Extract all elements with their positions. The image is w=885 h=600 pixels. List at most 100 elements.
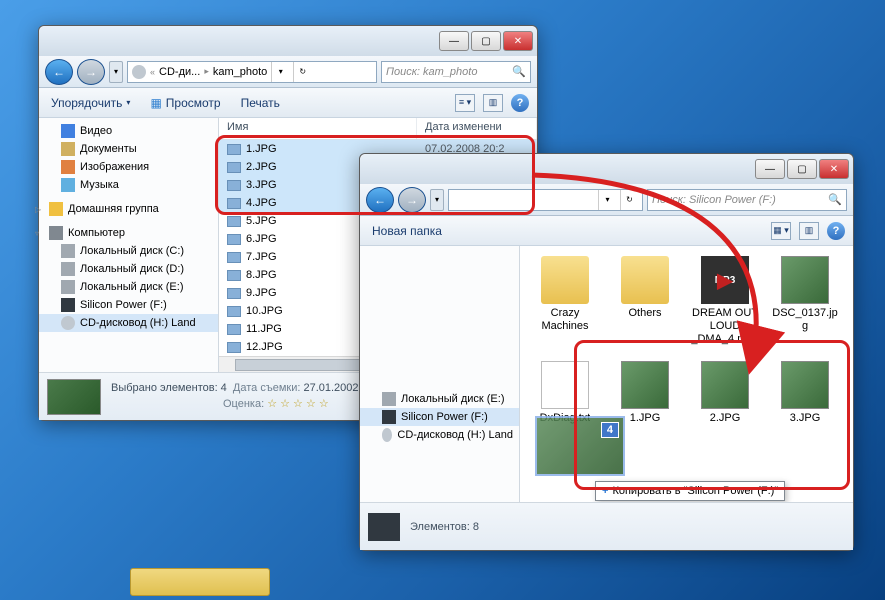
item-name: DSC_0137.jpg bbox=[770, 307, 840, 333]
nav-pane[interactable]: Локальный диск (E:) Silicon Power (F:) CD-… bbox=[360, 246, 520, 502]
navbar: ← → ▾ « CD-ди... ▸ kam_photo ▾ ↻ Поиск: … bbox=[39, 56, 537, 88]
maximize-button[interactable]: ▢ bbox=[471, 31, 501, 51]
nav-drive-item[interactable]: Локальный диск (E:) bbox=[39, 278, 218, 296]
txt-icon bbox=[541, 361, 589, 409]
grid-item[interactable]: 3.JPG bbox=[770, 361, 840, 425]
close-button[interactable]: ✕ bbox=[503, 31, 533, 51]
nav-lib-item[interactable]: Изображения bbox=[39, 158, 218, 176]
view-mode-button[interactable]: ≡ ▾ bbox=[455, 94, 475, 112]
nav-drive-item[interactable]: CD-дисковод (H:) Land bbox=[360, 426, 519, 444]
nav-drive-item[interactable]: Локальный диск (E:) bbox=[360, 390, 519, 408]
details-selected: Выбрано элементов: 4 bbox=[111, 382, 227, 394]
forward-button[interactable]: → bbox=[77, 59, 105, 85]
file-name: 8.JPG bbox=[246, 269, 277, 281]
address-refresh[interactable]: ↻ bbox=[293, 62, 311, 82]
file-name: 1.JPG bbox=[246, 143, 277, 155]
image-icon bbox=[227, 288, 241, 299]
nav-homegroup[interactable]: ▷Домашняя группа bbox=[39, 200, 218, 218]
image-icon bbox=[227, 234, 241, 245]
back-button[interactable]: ← bbox=[366, 187, 394, 213]
image-icon bbox=[227, 324, 241, 335]
item-name: Crazy Machines bbox=[530, 307, 600, 333]
preview-pane-button[interactable]: ▥ bbox=[483, 94, 503, 112]
help-icon[interactable]: ? bbox=[511, 94, 529, 112]
back-button[interactable]: ← bbox=[45, 59, 73, 85]
help-icon[interactable]: ? bbox=[827, 222, 845, 240]
address-refresh[interactable]: ↻ bbox=[620, 190, 638, 210]
forward-button[interactable]: → bbox=[398, 187, 426, 213]
search-input[interactable]: Поиск: kam_photo 🔍 bbox=[381, 61, 531, 83]
address-dropdown[interactable]: ▾ bbox=[271, 62, 289, 82]
file-name: 7.JPG bbox=[246, 251, 277, 263]
file-name: 9.JPG bbox=[246, 287, 277, 299]
details-rating-value: ☆ ☆ ☆ ☆ ☆ bbox=[267, 398, 329, 410]
organize-button[interactable]: Упорядочить▾ bbox=[47, 94, 134, 112]
nav-lib-item[interactable]: Видео bbox=[39, 122, 218, 140]
search-input[interactable]: Поиск: Silicon Power (F:) 🔍 bbox=[647, 189, 847, 211]
newfolder-button[interactable]: Новая папка bbox=[368, 222, 446, 240]
drive-label: Silicon Power (F:) bbox=[401, 411, 488, 423]
drive-icon bbox=[61, 298, 75, 312]
grid-item[interactable]: 2.JPG bbox=[690, 361, 760, 425]
grid-item[interactable]: Crazy Machines bbox=[530, 256, 600, 347]
nav-lib-item[interactable]: Музыка bbox=[39, 176, 218, 194]
titlebar[interactable]: — ▢ ✕ bbox=[39, 26, 537, 56]
nav-drive-item[interactable]: Silicon Power (F:) bbox=[39, 296, 218, 314]
breadcrumb-2[interactable]: kam_photo bbox=[213, 66, 267, 78]
image-icon bbox=[227, 342, 241, 353]
nav-drive-item[interactable]: CD-дисковод (H:) Land bbox=[39, 314, 218, 332]
file-name: 4.JPG bbox=[246, 197, 277, 209]
titlebar[interactable]: — ▢ ✕ bbox=[360, 154, 853, 184]
drive-icon bbox=[61, 244, 75, 258]
nav-drive-item[interactable]: Локальный диск (D:) bbox=[39, 260, 218, 278]
file-name: 5.JPG bbox=[246, 215, 277, 227]
lib-label: Видео bbox=[80, 125, 112, 137]
nav-history-dropdown[interactable]: ▾ bbox=[109, 61, 123, 83]
item-name: 2.JPG bbox=[710, 412, 741, 425]
col-date[interactable]: Дата изменени bbox=[417, 118, 537, 139]
search-icon[interactable]: 🔍 bbox=[828, 193, 842, 206]
lib-icon bbox=[61, 142, 75, 156]
drive-icon bbox=[61, 262, 75, 276]
breadcrumb-1[interactable]: CD-ди... bbox=[159, 66, 200, 78]
preview-button[interactable]: ▦Просмотр bbox=[146, 94, 224, 112]
grid-item[interactable]: DSC_0137.jpg bbox=[770, 256, 840, 347]
lib-icon bbox=[61, 178, 75, 192]
image-icon bbox=[227, 144, 241, 155]
taskbar-button[interactable] bbox=[130, 568, 270, 596]
explorer-window-target[interactable]: — ▢ ✕ ← → ▾ ▾ ↻ Поиск: Silicon Power (F:… bbox=[359, 153, 854, 551]
icon-view[interactable]: Crazy Machines OthersMP3DREAM OUT LOUD _D… bbox=[520, 246, 853, 502]
view-mode-button[interactable]: ▦ ▾ bbox=[771, 222, 791, 240]
grid-item[interactable]: MP3DREAM OUT LOUD _DMA_4.mp3 bbox=[690, 256, 760, 347]
nav-lib-item[interactable]: Документы bbox=[39, 140, 218, 158]
search-icon[interactable]: 🔍 bbox=[512, 65, 526, 78]
minimize-button[interactable]: — bbox=[755, 159, 785, 179]
drop-tooltip: +Копировать в "Silicon Power (F:)" bbox=[595, 481, 785, 501]
address-bar[interactable]: « CD-ди... ▸ kam_photo ▾ ↻ bbox=[127, 61, 377, 83]
close-button[interactable]: ✕ bbox=[819, 159, 849, 179]
grid-item[interactable]: Others bbox=[610, 256, 680, 347]
drive-label: Silicon Power (F:) bbox=[80, 299, 167, 311]
toolbar: Новая папка ▦ ▾ ▥ ? bbox=[360, 216, 853, 246]
drive-icon bbox=[61, 280, 75, 294]
column-headers[interactable]: Имя Дата изменени bbox=[219, 118, 537, 140]
image-icon bbox=[227, 306, 241, 317]
nav-pane[interactable]: Видео ДокументыИзображенияМузыка ▷Домашня… bbox=[39, 118, 219, 372]
preview-pane-button[interactable]: ▥ bbox=[799, 222, 819, 240]
nav-drive-item[interactable]: Локальный диск (C:) bbox=[39, 242, 218, 260]
nav-history-dropdown[interactable]: ▾ bbox=[430, 189, 444, 211]
drive-icon bbox=[382, 428, 392, 442]
drag-ghost: 4 bbox=[535, 416, 625, 476]
nav-drive-item[interactable]: Silicon Power (F:) bbox=[360, 408, 519, 426]
file-name: 10.JPG bbox=[246, 305, 283, 317]
nav-computer[interactable]: ▿Компьютер bbox=[39, 224, 218, 242]
address-dropdown[interactable]: ▾ bbox=[598, 190, 616, 210]
address-bar[interactable]: ▾ ↻ bbox=[448, 189, 643, 211]
print-button[interactable]: Печать bbox=[237, 94, 284, 112]
details-rating-label: Оценка: bbox=[223, 398, 264, 410]
col-name[interactable]: Имя bbox=[219, 118, 417, 139]
maximize-button[interactable]: ▢ bbox=[787, 159, 817, 179]
drag-count-badge: 4 bbox=[601, 422, 619, 438]
minimize-button[interactable]: — bbox=[439, 31, 469, 51]
file-name: 6.JPG bbox=[246, 233, 277, 245]
